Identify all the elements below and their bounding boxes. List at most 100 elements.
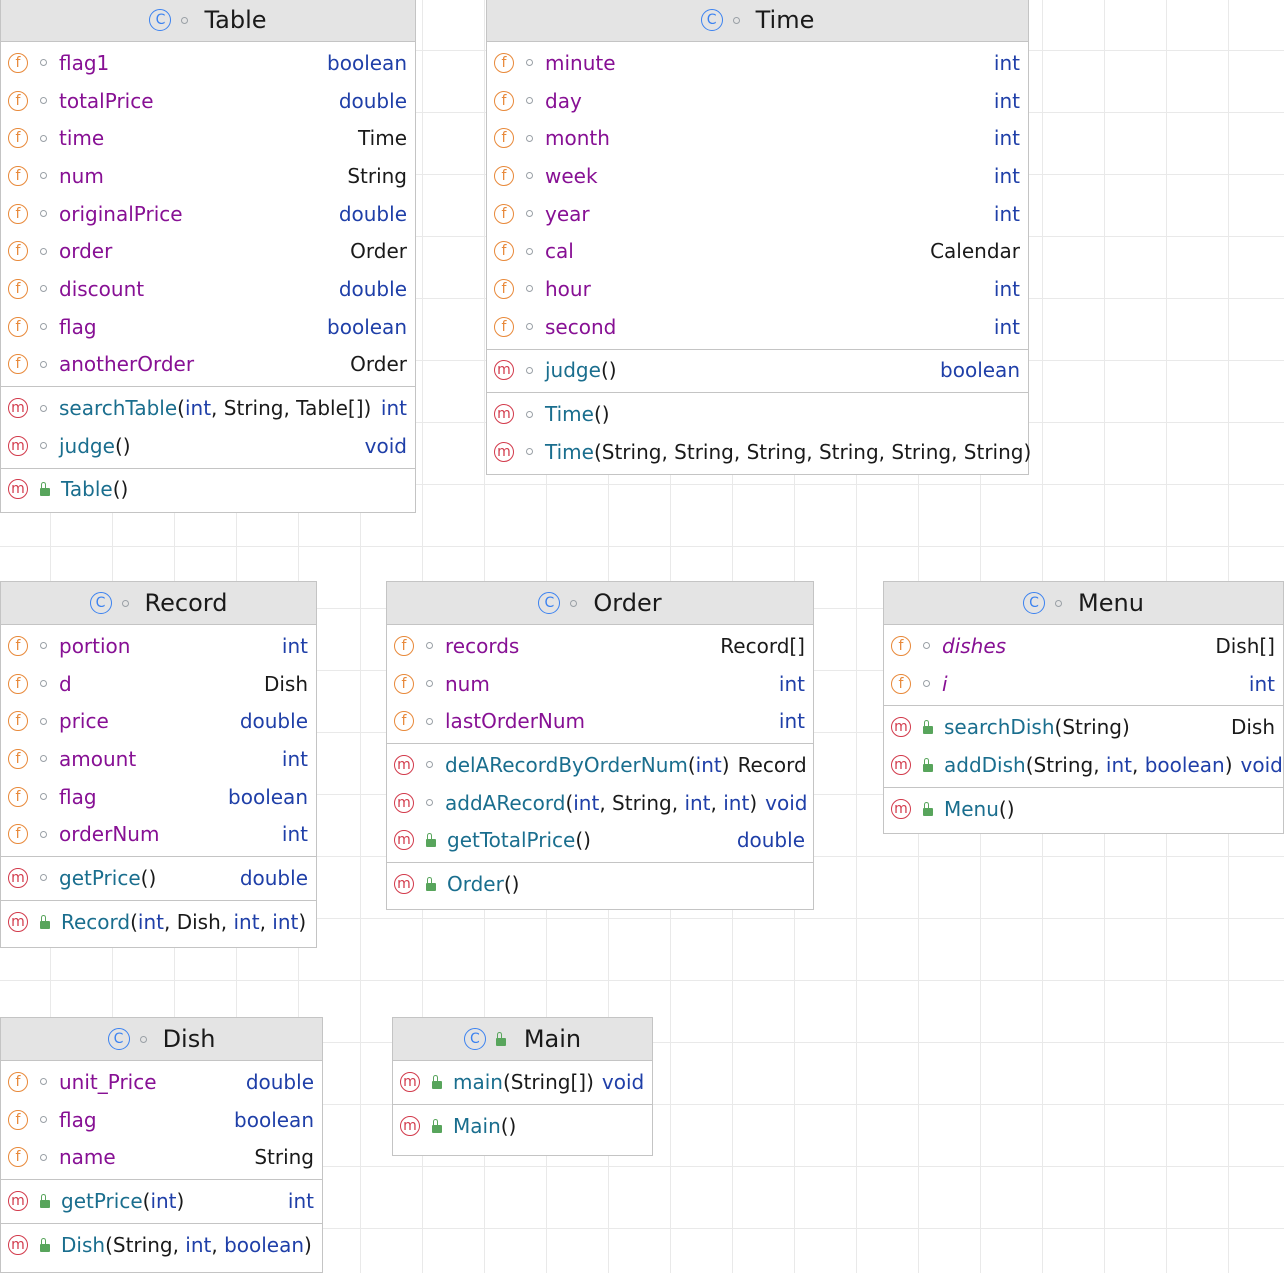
field-row[interactable]: f flag1 boolean (1, 44, 415, 82)
field-icon: f (8, 278, 28, 299)
method-icon: m (8, 435, 28, 456)
field-row[interactable]: f year int (487, 195, 1028, 233)
constructor-row[interactable]: m Table() (1, 471, 415, 509)
field-row[interactable]: f anotherOrder Order (1, 346, 415, 384)
method-params: (String, String, String, String, String,… (593, 439, 1032, 464)
field-row[interactable]: f flag boolean (1, 308, 415, 346)
class-name: Order (593, 589, 662, 617)
field-row[interactable]: f portion int (1, 627, 316, 665)
field-row[interactable]: f month int (487, 119, 1028, 157)
field-row[interactable]: f time Time (1, 119, 415, 157)
class-box-main[interactable]: C Main m main (String[]) void m Main() (392, 1017, 653, 1156)
field-row[interactable]: f d Dish (1, 665, 316, 703)
package-private-visibility-icon (426, 680, 433, 688)
method-params: (int, String, Table[]) (177, 396, 372, 421)
package-private-visibility-icon (40, 717, 47, 725)
method-row[interactable]: m judge() void (1, 427, 415, 465)
return-type: int (380, 396, 407, 421)
package-private-visibility-icon (40, 404, 47, 412)
constructor-row[interactable]: m Time() (487, 395, 1028, 433)
public-lock-icon (430, 1118, 444, 1133)
class-box-menu[interactable]: C Menu f dishes Dish[] f i int m searchDish (S… (883, 581, 1284, 834)
class-box-time[interactable]: C Time f minute int f day int f month int f wee… (486, 0, 1032, 475)
field-type: double (239, 709, 308, 734)
field-row[interactable]: f minute int (487, 44, 1028, 82)
public-lock-icon (38, 482, 52, 497)
method-row[interactable]: m getPrice() double (1, 859, 316, 897)
field-row[interactable]: f originalPrice double (1, 195, 415, 233)
method-params: (String, int, boolean) (1025, 752, 1233, 777)
field-row[interactable]: f second int (487, 308, 1028, 346)
method-params: (String, int, boolean) (105, 1232, 312, 1257)
field-name: lastOrderNum (445, 709, 586, 734)
class-header: C Dish (1, 1018, 322, 1061)
method-row[interactable]: m delARecordByOrderNum (int) Record (387, 746, 813, 784)
field-row[interactable]: f orderNum int (1, 815, 316, 853)
class-box-dish[interactable]: C Dish f unit_Price double f flag boolean f n… (0, 1017, 323, 1273)
method-row[interactable]: m judge() boolean (487, 352, 1028, 390)
class-box-record[interactable]: C Record f portion int f d Dish f price double… (0, 581, 317, 948)
constructor-row[interactable]: m Order() (387, 865, 813, 903)
class-icon: C (107, 1028, 130, 1050)
method-row[interactable]: m main (String[]) void (393, 1063, 652, 1101)
method-icon: m (394, 754, 414, 775)
constructor-name: Record (61, 909, 131, 934)
field-row[interactable]: f order Order (1, 232, 415, 270)
field-row[interactable]: f price double (1, 702, 316, 740)
field-row[interactable]: f discount double (1, 270, 415, 308)
method-row[interactable]: m searchTable (int, String, Table[]) int (1, 389, 415, 427)
field-row[interactable]: f day int (487, 82, 1028, 120)
method-icon: m (394, 830, 414, 851)
field-row[interactable]: f name String (1, 1138, 322, 1176)
field-row[interactable]: f unit_Price double (1, 1063, 322, 1101)
constructor-row[interactable]: m Time (String, String, String, String, St… (487, 433, 1032, 471)
field-icon: f (8, 1109, 28, 1130)
field-row[interactable]: f cal Calendar (487, 232, 1028, 270)
field-row[interactable]: f lastOrderNum int (387, 702, 813, 740)
class-name: Time (755, 6, 815, 34)
field-row[interactable]: f flag boolean (1, 1101, 322, 1139)
field-row[interactable]: f num String (1, 157, 415, 195)
public-lock-icon (921, 757, 935, 772)
field-row[interactable]: f hour int (487, 270, 1028, 308)
method-row[interactable]: m addDish (String, int, boolean) void (884, 746, 1283, 784)
class-box-table[interactable]: C Table f flag1 boolean f totalPrice double … (0, 0, 416, 513)
field-row[interactable]: f totalPrice double (1, 82, 415, 120)
field-row[interactable]: f num int (387, 665, 813, 703)
method-row[interactable]: m getPrice (int) int (1, 1182, 322, 1220)
field-name: dishes (942, 633, 1007, 658)
field-name: flag (59, 784, 97, 809)
constructor-row[interactable]: m Menu() (884, 790, 1283, 828)
class-box-order[interactable]: C Order f records Record[] f num int f lastOr… (386, 581, 814, 910)
public-lock-icon (38, 1237, 52, 1252)
field-icon: f (8, 203, 28, 224)
field-type: Time (358, 126, 407, 151)
constructor-row[interactable]: m Dish (String, int, boolean) (1, 1226, 322, 1264)
method-row[interactable]: m getTotalPrice() double (387, 821, 813, 859)
fields-section: f unit_Price double f flag boolean f name Stri… (1, 1061, 322, 1181)
class-name: Main (523, 1025, 582, 1053)
method-icon: m (8, 867, 28, 888)
class-name: Menu (1078, 589, 1144, 617)
method-params: () (114, 433, 131, 458)
method-row[interactable]: m searchDish (String) Dish (884, 708, 1283, 746)
package-private-visibility-icon (40, 442, 47, 450)
package-private-visibility-icon (426, 799, 433, 807)
package-private-visibility-icon (40, 680, 47, 688)
class-header: C Menu (884, 582, 1283, 625)
constructor-row[interactable]: m Record (int, Dish, int, int) (1, 903, 316, 941)
field-type: int (993, 88, 1020, 113)
field-type: Order (350, 239, 407, 264)
package-private-visibility-icon (526, 448, 533, 456)
field-row[interactable]: f dishes Dish[] (884, 627, 1283, 665)
package-private-visibility-icon (40, 360, 47, 368)
public-lock-icon (424, 876, 438, 891)
field-row[interactable]: f week int (487, 157, 1028, 195)
field-row[interactable]: f records Record[] (387, 627, 813, 665)
field-row[interactable]: f i int (884, 665, 1283, 703)
constructor-row[interactable]: m Main() (393, 1107, 652, 1145)
field-row[interactable]: f amount int (1, 740, 316, 778)
field-row[interactable]: f flag boolean (1, 778, 316, 816)
method-row[interactable]: m addARecord (int, String, int, int) void (387, 784, 813, 822)
field-name: records (445, 633, 520, 658)
